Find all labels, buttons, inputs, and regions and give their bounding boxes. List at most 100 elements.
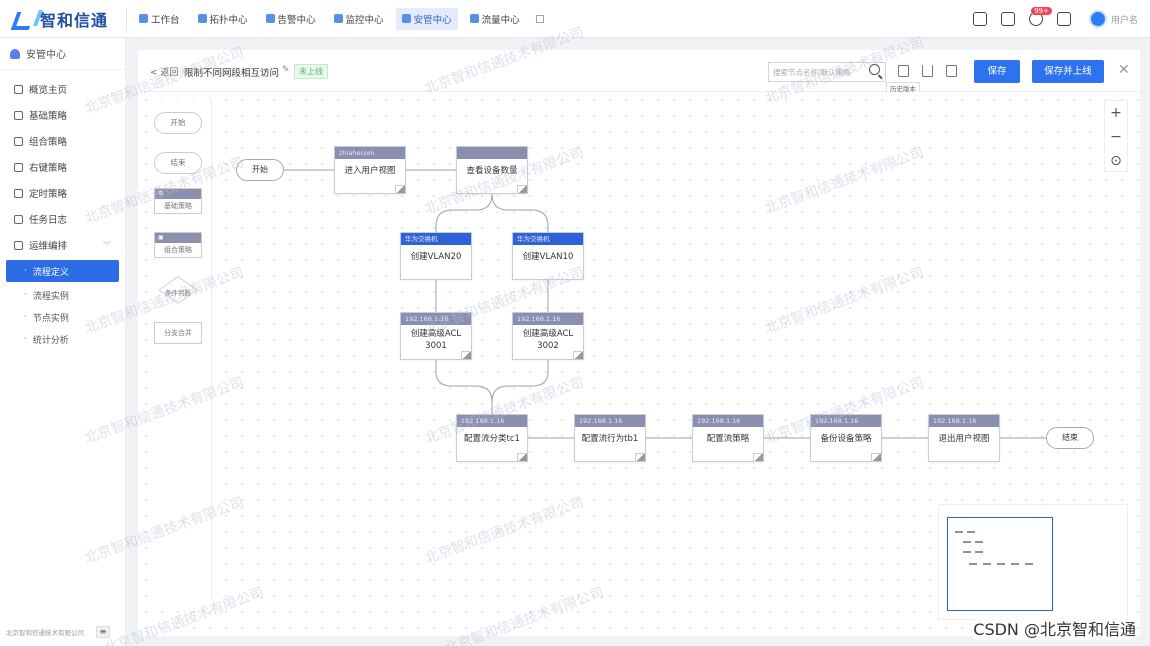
- sidebar-item-rightclick[interactable]: 右键策略: [0, 154, 125, 180]
- sidebar: 安管中心 概览主页 基础策略 组合策略 右键策略 定时策略 任务日志 运维编排 ﹀…: [0, 38, 126, 646]
- top-right-tools: 99+ 用户名: [959, 0, 1138, 38]
- flow-start-node[interactable]: 开始: [236, 159, 284, 181]
- flow-node[interactable]: zhiahecom 进入用户视图: [334, 146, 406, 194]
- palette-end[interactable]: 结束: [154, 152, 202, 174]
- flow-node[interactable]: 192.168.1.16 配置流行为tb1: [574, 414, 646, 462]
- palette-basic-policy[interactable]: ⚙ 基础策略: [154, 188, 202, 214]
- nav-alarm[interactable]: 告警中心: [260, 8, 322, 30]
- resize-corner-icon: [871, 453, 881, 461]
- status-badge: 未上线: [294, 64, 328, 79]
- sidebar-footer: 北京智和信通技术有限公司 ≡: [6, 626, 110, 638]
- sidebar-item-tasklog[interactable]: 任务日志: [0, 206, 125, 232]
- rightclick-icon: [14, 162, 23, 172]
- home-icon: [14, 84, 23, 94]
- combo-icon: [14, 136, 23, 146]
- flow-node[interactable]: 192.168.1.16 配置流分类tc1: [456, 414, 528, 462]
- shirt-icon[interactable]: [972, 12, 987, 26]
- resize-corner-icon: [517, 453, 527, 461]
- traffic-icon: [469, 14, 479, 23]
- flow-node[interactable]: 192.168.1.16 创建高级ACL 3001: [400, 312, 472, 360]
- gear-icon: [14, 110, 23, 120]
- sidebar-item-combo[interactable]: 组合策略: [0, 128, 125, 154]
- flow-title: 限制不同网段相互访问: [184, 68, 280, 79]
- main-panel: < 返回 限制不同网段相互访问 ✎ 未上线 搜索节点名称/默认策略 历史版本 保…: [138, 50, 1140, 636]
- topology-icon: [197, 14, 207, 23]
- logo[interactable]: 智和信通: [14, 7, 114, 31]
- bell-icon[interactable]: 99+: [1028, 7, 1052, 26]
- flow-node[interactable]: 192.168.1.16 备份设备策略: [810, 414, 882, 462]
- shield-icon: [401, 14, 411, 23]
- clock-icon: [14, 188, 23, 198]
- back-link[interactable]: < 返回: [150, 65, 178, 78]
- sidebar-sub-flow-definition[interactable]: 流程定义: [6, 260, 119, 282]
- zoom-in-icon[interactable]: +: [1105, 101, 1127, 125]
- flow-node[interactable]: 192.168.1.16 创建高级ACL 3002: [512, 312, 584, 360]
- palette-start[interactable]: 开始: [154, 112, 202, 134]
- nav-workbench[interactable]: 工作台: [133, 8, 186, 30]
- notification-badge: 99+: [1031, 7, 1052, 15]
- collapse-menu-icon[interactable]: ≡: [96, 626, 110, 638]
- minimap[interactable]: [938, 504, 1128, 620]
- resize-corner-icon: [461, 351, 471, 359]
- resize-corner-icon: [573, 351, 583, 359]
- sidebar-sub-flow-instance[interactable]: 流程实例: [0, 284, 125, 306]
- flow-node[interactable]: 华为交换机 创建VLAN10: [512, 232, 584, 280]
- csdn-credit: CSDN @北京智和信通: [973, 616, 1136, 640]
- nav-monitor[interactable]: 监控中心: [328, 8, 390, 30]
- sidebar-header: 安管中心: [0, 38, 125, 70]
- sidebar-item-timer[interactable]: 定时策略: [0, 180, 125, 206]
- search-icon[interactable]: [869, 64, 880, 75]
- chevron-down-icon: ﹀: [103, 240, 111, 250]
- resize-corner-icon: [635, 453, 645, 461]
- alarm-icon: [265, 14, 275, 23]
- flow-node[interactable]: 192.168.1.16 退出用户视图: [928, 414, 1000, 462]
- lock-icon[interactable]: [1056, 12, 1071, 26]
- palette-branch-merge[interactable]: 分支合并: [154, 322, 202, 344]
- save-button[interactable]: 保存: [974, 60, 1020, 83]
- sidebar-item-overview[interactable]: 概览主页: [0, 76, 125, 102]
- username[interactable]: 用户名: [1111, 13, 1138, 26]
- flow-node[interactable]: 查看设备数量: [456, 146, 528, 194]
- node-palette: 开始 结束 ⚙ 基础策略 ▣ 组合策略 条件判断 分支合并: [150, 100, 212, 600]
- shield-icon: [10, 48, 20, 59]
- nav-topology[interactable]: 拓扑中心: [192, 8, 254, 30]
- flow-node[interactable]: 192.168.1.16 配置流策略: [692, 414, 764, 462]
- logo-text: 智和信通: [40, 10, 109, 30]
- resize-corner-icon: [517, 185, 527, 193]
- trash-icon[interactable]: [946, 65, 957, 77]
- palette-combo-policy[interactable]: ▣ 组合策略: [154, 232, 202, 258]
- sidebar-item-basic[interactable]: 基础策略: [0, 102, 125, 128]
- log-icon: [14, 214, 23, 224]
- sidebar-sub-node-instance[interactable]: 节点实例: [0, 306, 125, 328]
- gear-icon: ⚙: [155, 189, 201, 199]
- top-bar: 智和信通 工作台 拓扑中心 告警中心 监控中心 安管中心 流量中心 99+ 用户…: [0, 0, 1150, 38]
- flow-canvas[interactable]: 开始 结束 ⚙ 基础策略 ▣ 组合策略 条件判断 分支合并 开始 zhiahec…: [138, 92, 1140, 636]
- speaker-icon[interactable]: [1000, 12, 1015, 26]
- nav-security[interactable]: 安管中心: [395, 7, 458, 30]
- avatar[interactable]: [1088, 10, 1107, 28]
- top-nav: 工作台 拓扑中心 告警中心 监控中心 安管中心 流量中心: [126, 7, 544, 30]
- sidebar-sub-statistics[interactable]: 统计分析: [0, 328, 125, 350]
- logo-mark-icon: [14, 10, 40, 28]
- edit-icon[interactable]: ✎: [282, 65, 290, 75]
- fit-view-icon[interactable]: ⊙: [1105, 149, 1127, 173]
- orchestration-icon: [14, 240, 23, 250]
- search-input[interactable]: 搜索节点名称/默认策略: [768, 62, 886, 82]
- combo-icon: ▣: [155, 233, 201, 243]
- monitor-icon: [333, 14, 343, 23]
- download-icon[interactable]: [922, 65, 933, 77]
- history-icon[interactable]: [898, 65, 909, 77]
- nav-traffic[interactable]: 流量中心: [464, 8, 526, 30]
- flow-node[interactable]: 华为交换机 创建VLAN20: [400, 232, 472, 280]
- zoom-out-icon[interactable]: −: [1105, 125, 1127, 149]
- palette-condition[interactable]: 条件判断: [156, 276, 200, 306]
- flow-toolbar: < 返回 限制不同网段相互访问 ✎ 未上线 搜索节点名称/默认策略 历史版本 保…: [138, 50, 1140, 94]
- sidebar-item-orchestration[interactable]: 运维编排 ﹀: [0, 232, 125, 258]
- resize-corner-icon: [753, 453, 763, 461]
- save-publish-button[interactable]: 保存并上线: [1032, 60, 1104, 83]
- home-icon: [139, 14, 148, 23]
- zoom-controls: + − ⊙: [1104, 100, 1128, 172]
- flow-end-node[interactable]: 结束: [1046, 427, 1094, 449]
- grid-menu-icon[interactable]: [535, 14, 544, 23]
- close-icon[interactable]: ✕: [1118, 62, 1130, 78]
